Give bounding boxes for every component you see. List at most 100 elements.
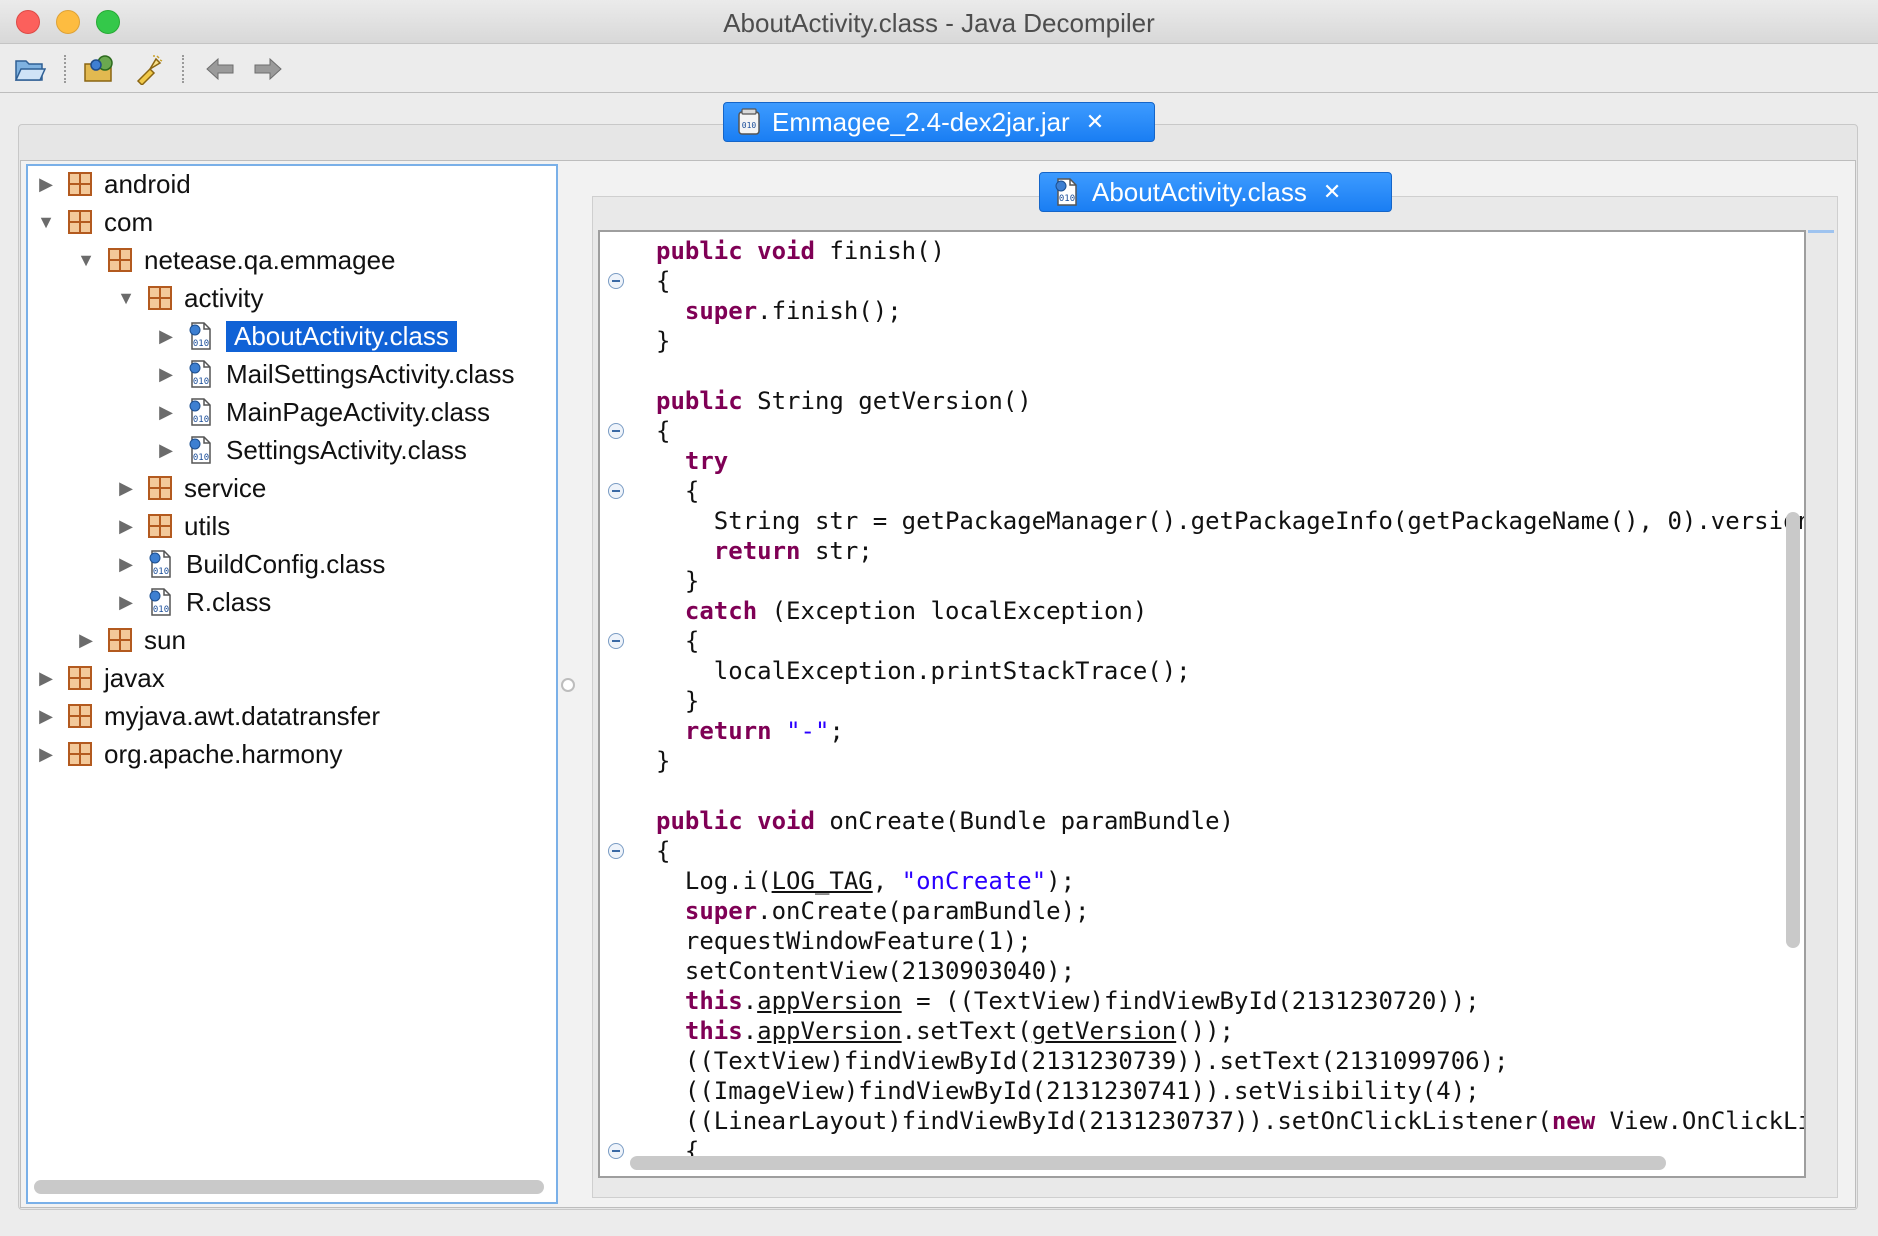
code-line: this.appVersion.setText(getVersion()); <box>656 1016 1804 1046</box>
forward-button[interactable] <box>248 51 288 87</box>
code-text[interactable]: public void finish(){ super.finish();} pu… <box>656 236 1804 1166</box>
code-field-link[interactable]: appVersion <box>757 1017 902 1045</box>
code-line: } <box>656 566 1804 596</box>
jar-file-icon: 010 <box>738 108 760 135</box>
tree-horizontal-scrollbar[interactable] <box>34 1180 544 1194</box>
toolbar-separator <box>64 55 66 83</box>
tree-package-item[interactable]: ▶ android <box>36 166 191 202</box>
tree-package-item[interactable]: ▼ activity <box>116 280 263 316</box>
fold-collapse-icon[interactable] <box>608 843 624 859</box>
tab-class-file[interactable]: 010 AboutActivity.class ✕ <box>1039 172 1392 212</box>
tree-class-item[interactable]: ▶ 010 SettingsActivity.class <box>156 432 467 468</box>
collapse-right-arrow-icon[interactable]: ▶ <box>116 516 136 537</box>
tab-jar-file[interactable]: 010 Emmagee_2.4-dex2jar.jar ✕ <box>723 102 1155 142</box>
svg-text:010: 010 <box>193 415 209 425</box>
tree-package-item[interactable]: ▶ utils <box>116 508 230 544</box>
code-line: ((LinearLayout)findViewById(2131230737))… <box>656 1106 1804 1136</box>
tree-package-item[interactable]: ▶ myjava.awt.datatransfer <box>36 698 380 734</box>
tree-package-item[interactable]: ▶ javax <box>36 660 165 696</box>
tree-class-item[interactable]: ▶ 010 MainPageActivity.class <box>156 394 490 430</box>
collapse-right-arrow-icon[interactable]: ▶ <box>36 668 56 689</box>
tree-package-item[interactable]: ▼ netease.qa.emmagee <box>76 242 396 278</box>
tree-item-label: netease.qa.emmagee <box>144 244 396 275</box>
expand-down-arrow-icon[interactable]: ▼ <box>36 212 56 233</box>
close-class-tab-icon[interactable]: ✕ <box>1323 179 1341 205</box>
code-token: } <box>656 747 671 775</box>
code-vertical-scrollbar[interactable] <box>1786 512 1800 948</box>
collapse-right-arrow-icon[interactable]: ▶ <box>76 630 96 651</box>
forward-arrow-icon <box>254 57 282 81</box>
code-token: } <box>656 687 700 715</box>
expand-down-arrow-icon[interactable]: ▼ <box>116 288 136 309</box>
code-token: ((ImageView)findViewById(2131230741)).se… <box>656 1077 1480 1105</box>
tree-item-label: sun <box>144 624 186 655</box>
code-token: str; <box>800 537 873 565</box>
code-token: . <box>742 1017 758 1045</box>
collapse-right-arrow-icon[interactable]: ▶ <box>36 706 56 727</box>
splitter-handle[interactable] <box>561 678 575 692</box>
code-field-link[interactable]: getVersion <box>1032 1017 1177 1045</box>
tree-class-item[interactable]: ▶ 010 R.class <box>116 584 271 620</box>
expand-down-arrow-icon[interactable]: ▼ <box>76 250 96 271</box>
tree-class-item[interactable]: ▶ 010 MailSettingsActivity.class <box>156 356 515 392</box>
tree-item-label: R.class <box>186 586 272 617</box>
fold-collapse-icon[interactable] <box>608 1143 624 1159</box>
tree-package-item[interactable]: ▶ org.apache.harmony <box>36 736 342 772</box>
code-token: ()); <box>1176 1017 1234 1045</box>
collapse-right-arrow-icon[interactable]: ▶ <box>156 326 176 347</box>
tree-package-item[interactable]: ▶ sun <box>76 622 186 658</box>
collapse-right-arrow-icon[interactable]: ▶ <box>156 440 176 461</box>
code-token: { <box>656 837 671 865</box>
package-tree[interactable]: ▶ android ▼ com ▼ netease.qa.emmagee ▼ activity… <box>26 164 558 1204</box>
code-line: { <box>656 416 1804 446</box>
code-string: "-" <box>786 717 830 745</box>
fold-collapse-icon[interactable] <box>608 483 624 499</box>
code-token: { <box>656 627 700 655</box>
fold-collapse-icon[interactable] <box>608 423 624 439</box>
collapse-right-arrow-icon[interactable]: ▶ <box>156 402 176 423</box>
open-file-button[interactable] <box>10 51 50 87</box>
package-icon <box>108 628 132 652</box>
tree-package-item[interactable]: ▶ service <box>116 470 266 506</box>
code-token: .setText( <box>901 1017 1032 1045</box>
collapse-right-arrow-icon[interactable]: ▶ <box>116 554 136 575</box>
code-line: this.appVersion = ((TextView)findViewByI… <box>656 986 1804 1016</box>
tree-item-label: MailSettingsActivity.class <box>226 358 515 389</box>
window-title: AboutActivity.class - Java Decompiler <box>723 8 1155 38</box>
tree-item-label: MainPageActivity.class <box>226 396 490 427</box>
svg-text:010: 010 <box>1059 194 1075 204</box>
tree-class-item[interactable]: ▶ 010 AboutActivity.class <box>156 318 457 354</box>
fold-collapse-icon[interactable] <box>608 633 624 649</box>
code-field-link[interactable]: appVersion <box>757 987 902 1015</box>
code-token: String getVersion() <box>742 387 1032 415</box>
class-file-icon: 010 <box>189 360 211 388</box>
collapse-right-arrow-icon[interactable]: ▶ <box>156 364 176 385</box>
tree-item-label: org.apache.harmony <box>104 738 343 769</box>
code-token: (Exception localException) <box>757 597 1148 625</box>
close-jar-tab-icon[interactable]: ✕ <box>1086 109 1104 135</box>
source-code-view[interactable]: public void finish(){ super.finish();} pu… <box>598 230 1806 1178</box>
package-icon <box>148 514 172 538</box>
collapse-right-arrow-icon[interactable]: ▶ <box>36 744 56 765</box>
fold-collapse-icon[interactable] <box>608 273 624 289</box>
collapse-right-arrow-icon[interactable]: ▶ <box>36 174 56 195</box>
tree-item-label: myjava.awt.datatransfer <box>104 700 381 731</box>
tree-item-label: SettingsActivity.class <box>226 434 467 465</box>
code-field-link[interactable]: LOG_TAG <box>772 867 873 895</box>
code-horizontal-scrollbar[interactable] <box>630 1156 1666 1170</box>
code-line: localException.printStackTrace(); <box>656 656 1804 686</box>
svg-text:010: 010 <box>742 121 757 130</box>
class-file-icon: 010 <box>149 550 171 578</box>
tree-class-item[interactable]: ▶ 010 BuildConfig.class <box>116 546 385 582</box>
search-button[interactable] <box>128 51 168 87</box>
collapse-right-arrow-icon[interactable]: ▶ <box>116 478 136 499</box>
back-button[interactable] <box>200 51 240 87</box>
open-type-icon <box>84 55 113 82</box>
open-type-button[interactable] <box>80 51 120 87</box>
tree-package-item[interactable]: ▼ com <box>36 204 153 240</box>
collapse-right-arrow-icon[interactable]: ▶ <box>116 592 136 613</box>
